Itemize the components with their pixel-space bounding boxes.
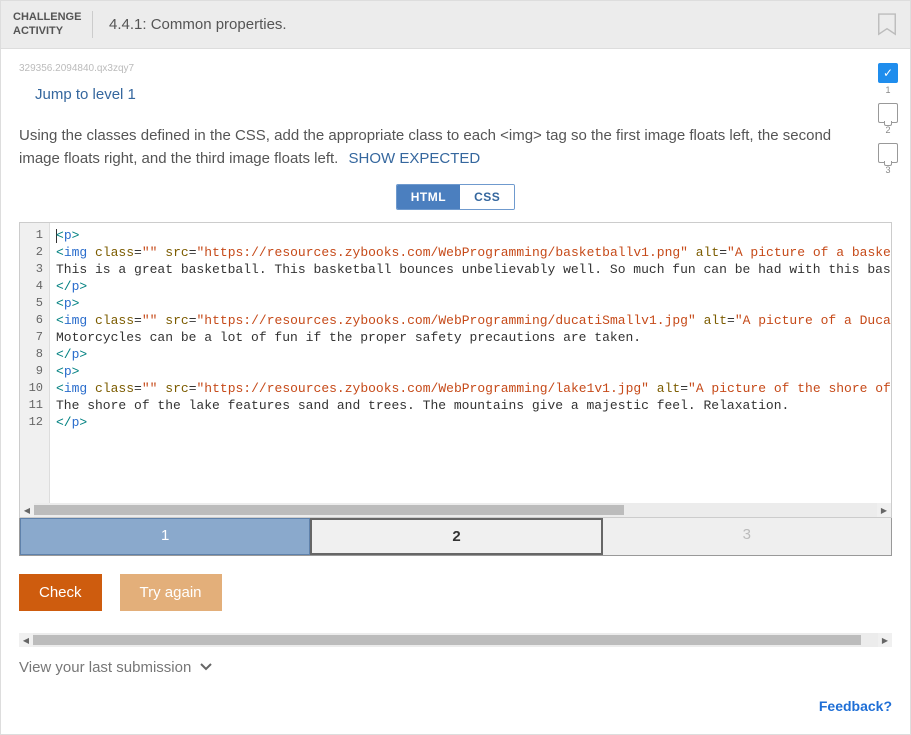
content-area: ✓ 1 2 3 329356.2094840.qx3zqy7 Jump to l… xyxy=(1,49,910,734)
action-buttons: Check Try again xyxy=(19,574,892,611)
show-expected-link[interactable]: SHOW EXPECTED xyxy=(349,150,481,167)
feedback-link[interactable]: Feedback? xyxy=(19,698,892,714)
view-last-submission[interactable]: View your last submission xyxy=(19,659,213,676)
progress-step-3[interactable] xyxy=(878,143,898,163)
scroll-track[interactable] xyxy=(33,633,878,647)
tab-css[interactable]: CSS xyxy=(460,185,514,209)
bookmark-icon[interactable] xyxy=(876,12,898,38)
activity-title: 4.4.1: Common properties. xyxy=(109,16,876,33)
level-tab-1[interactable]: 1 xyxy=(20,518,310,555)
level-tab-3[interactable]: 3 xyxy=(603,518,891,555)
progress-step-2[interactable] xyxy=(878,103,898,123)
chevron-down-icon xyxy=(199,659,213,676)
level-tab-2[interactable]: 2 xyxy=(310,518,602,555)
scroll-track[interactable] xyxy=(34,503,877,517)
scroll-thumb[interactable] xyxy=(33,635,861,645)
label-line1: CHALLENGE xyxy=(13,11,82,24)
progress-label-3: 3 xyxy=(885,165,890,175)
code-editor[interactable]: 123456789101112 <p> <img class="" src="h… xyxy=(19,222,892,518)
line-gutter: 123456789101112 xyxy=(20,223,50,503)
progress-label-2: 2 xyxy=(885,125,890,135)
watermark-id: 329356.2094840.qx3zqy7 xyxy=(19,63,892,74)
jump-to-level-link[interactable]: Jump to level 1 xyxy=(35,86,136,103)
label-line2: ACTIVITY xyxy=(13,25,82,38)
progress-label-1: 1 xyxy=(885,85,890,95)
scroll-right-arrow-icon[interactable]: ▶ xyxy=(877,503,891,517)
check-button[interactable]: Check xyxy=(19,574,102,611)
tab-html[interactable]: HTML xyxy=(397,185,460,209)
activity-header: CHALLENGE ACTIVITY 4.4.1: Common propert… xyxy=(1,1,910,49)
page-horizontal-scrollbar[interactable]: ◀ ▶ xyxy=(19,633,892,647)
scroll-thumb[interactable] xyxy=(34,505,624,515)
code-area[interactable]: <p> <img class="" src="https://resources… xyxy=(50,223,891,503)
progress-step-1[interactable]: ✓ xyxy=(878,63,898,83)
scroll-left-arrow-icon[interactable]: ◀ xyxy=(20,503,34,517)
check-icon: ✓ xyxy=(883,66,893,80)
try-again-button[interactable]: Try again xyxy=(120,574,222,611)
activity-container: CHALLENGE ACTIVITY 4.4.1: Common propert… xyxy=(0,0,911,735)
tab-group: HTML CSS xyxy=(396,184,516,210)
activity-type-label: CHALLENGE ACTIVITY xyxy=(13,11,93,37)
editor-horizontal-scrollbar[interactable]: ◀ ▶ xyxy=(20,503,891,517)
code-tab-switch: HTML CSS xyxy=(19,184,892,210)
view-last-label: View your last submission xyxy=(19,659,191,676)
instructions-text: Using the classes defined in the CSS, ad… xyxy=(19,125,839,170)
scroll-right-arrow-icon[interactable]: ▶ xyxy=(878,633,892,647)
level-tabs: 1 2 3 xyxy=(19,518,892,556)
scroll-left-arrow-icon[interactable]: ◀ xyxy=(19,633,33,647)
progress-column: ✓ 1 2 3 xyxy=(878,63,898,181)
